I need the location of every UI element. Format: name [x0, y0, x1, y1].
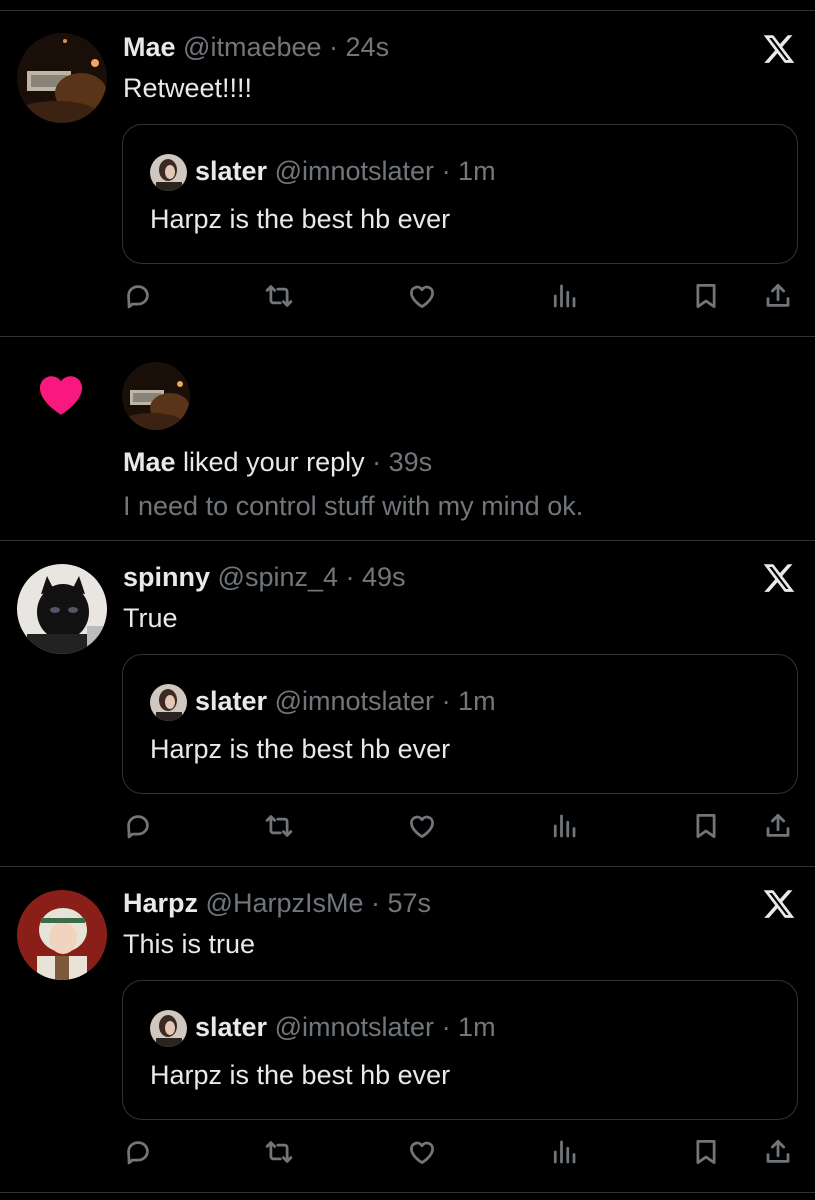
retweet-icon: [265, 1141, 293, 1163]
divider: [0, 1192, 815, 1193]
user-handle[interactable]: @imnotslater: [275, 1012, 434, 1042]
avatar[interactable]: [17, 890, 107, 980]
display-name[interactable]: slater: [195, 686, 267, 716]
user-handle[interactable]: @itmaebee: [183, 32, 321, 62]
notification-action: liked your reply: [183, 447, 365, 477]
display-name[interactable]: Mae: [123, 447, 176, 477]
x-logo-icon: [762, 887, 796, 921]
action-bar: [0, 1132, 815, 1172]
reply-button[interactable]: [118, 806, 158, 846]
display-name[interactable]: slater: [195, 156, 267, 186]
user-handle[interactable]: @imnotslater: [275, 686, 434, 716]
user-handle[interactable]: @spinz_4: [218, 562, 338, 592]
quoted-header: slater @imnotslater · 1m: [195, 155, 496, 187]
user-handle[interactable]: @imnotslater: [275, 156, 434, 186]
reply-button[interactable]: [118, 1132, 158, 1172]
avatar[interactable]: [17, 33, 107, 123]
quoted-tweet[interactable]: slater @imnotslater · 1m Harpz is the be…: [122, 654, 798, 794]
retweet-button[interactable]: [259, 276, 299, 316]
bookmark-icon: [696, 284, 716, 308]
tweet-header: Harpz @HarpzIsMe · 57s: [123, 887, 431, 919]
bookmark-button[interactable]: [686, 806, 726, 846]
reply-button[interactable]: [118, 276, 158, 316]
timestamp[interactable]: · 24s: [329, 32, 389, 62]
timestamp[interactable]: · 49s: [346, 562, 406, 592]
divider: [0, 866, 815, 867]
retweet-button[interactable]: [259, 806, 299, 846]
quoted-text: Harpz is the best hb ever: [150, 204, 451, 234]
bookmark-button[interactable]: [686, 1132, 726, 1172]
views-icon: [553, 814, 576, 838]
views-icon: [553, 1140, 576, 1164]
x-logo-icon: [762, 561, 796, 595]
views-button[interactable]: [544, 806, 584, 846]
quoted-header: slater @imnotslater · 1m: [195, 1011, 496, 1043]
liked-reply-text: I need to control stuff with my mind ok.: [123, 491, 584, 521]
display-name[interactable]: slater: [195, 1012, 267, 1042]
quoted-tweet[interactable]: slater @imnotslater · 1m Harpz is the be…: [122, 124, 798, 264]
avatar[interactable]: [150, 1010, 187, 1047]
views-button[interactable]: [544, 276, 584, 316]
avatar[interactable]: [17, 564, 107, 654]
quoted-tweet[interactable]: slater @imnotslater · 1m Harpz is the be…: [122, 980, 798, 1120]
views-icon: [553, 284, 576, 308]
bookmark-button[interactable]: [686, 276, 726, 316]
bookmark-icon: [696, 1140, 716, 1164]
tweet-header: spinny @spinz_4 · 49s: [123, 561, 406, 593]
share-icon: [766, 814, 790, 837]
timestamp: · 39s: [372, 447, 433, 477]
like-button[interactable]: [402, 276, 442, 316]
quoted-text: Harpz is the best hb ever: [150, 1060, 451, 1090]
heart-icon: [38, 373, 84, 417]
views-button[interactable]: [544, 1132, 584, 1172]
avatar[interactable]: [122, 362, 190, 430]
user-handle[interactable]: @HarpzIsMe: [206, 888, 364, 918]
share-button[interactable]: [758, 276, 798, 316]
display-name[interactable]: Harpz: [123, 888, 198, 918]
timestamp[interactable]: · 1m: [442, 686, 496, 716]
display-name[interactable]: Mae: [123, 32, 176, 62]
retweet-icon: [265, 815, 293, 837]
bookmark-icon: [696, 814, 716, 838]
retweet-button[interactable]: [259, 1132, 299, 1172]
retweet-icon: [265, 285, 293, 307]
timestamp[interactable]: · 57s: [371, 888, 431, 918]
notification-text: Mae liked your reply · 39s: [123, 446, 432, 478]
share-icon: [766, 1140, 790, 1163]
like-icon: [409, 815, 435, 838]
tweet-text: True: [123, 603, 178, 633]
timestamp[interactable]: · 1m: [442, 156, 496, 186]
tweet-text: Retweet!!!!: [123, 73, 253, 103]
reply-icon: [127, 285, 149, 309]
like-button[interactable]: [402, 806, 442, 846]
divider: [0, 10, 815, 11]
like-button[interactable]: [402, 1132, 442, 1172]
x-logo-icon: [762, 32, 796, 66]
tweet-text: This is true: [123, 929, 256, 959]
divider: [0, 540, 815, 541]
share-icon: [766, 284, 790, 307]
like-icon: [409, 285, 435, 308]
timestamp[interactable]: · 1m: [442, 1012, 496, 1042]
avatar[interactable]: [150, 154, 187, 191]
share-button[interactable]: [758, 806, 798, 846]
quoted-text: Harpz is the best hb ever: [150, 734, 451, 764]
avatar[interactable]: [150, 684, 187, 721]
share-button[interactable]: [758, 1132, 798, 1172]
display-name[interactable]: spinny: [123, 562, 210, 592]
action-bar: [0, 276, 815, 316]
action-bar: [0, 806, 815, 846]
divider: [0, 336, 815, 337]
quoted-header: slater @imnotslater · 1m: [195, 685, 496, 717]
tweet-header: Mae @itmaebee · 24s: [123, 31, 389, 63]
reply-icon: [127, 815, 149, 839]
like-icon: [409, 1141, 435, 1164]
reply-icon: [127, 1141, 149, 1165]
